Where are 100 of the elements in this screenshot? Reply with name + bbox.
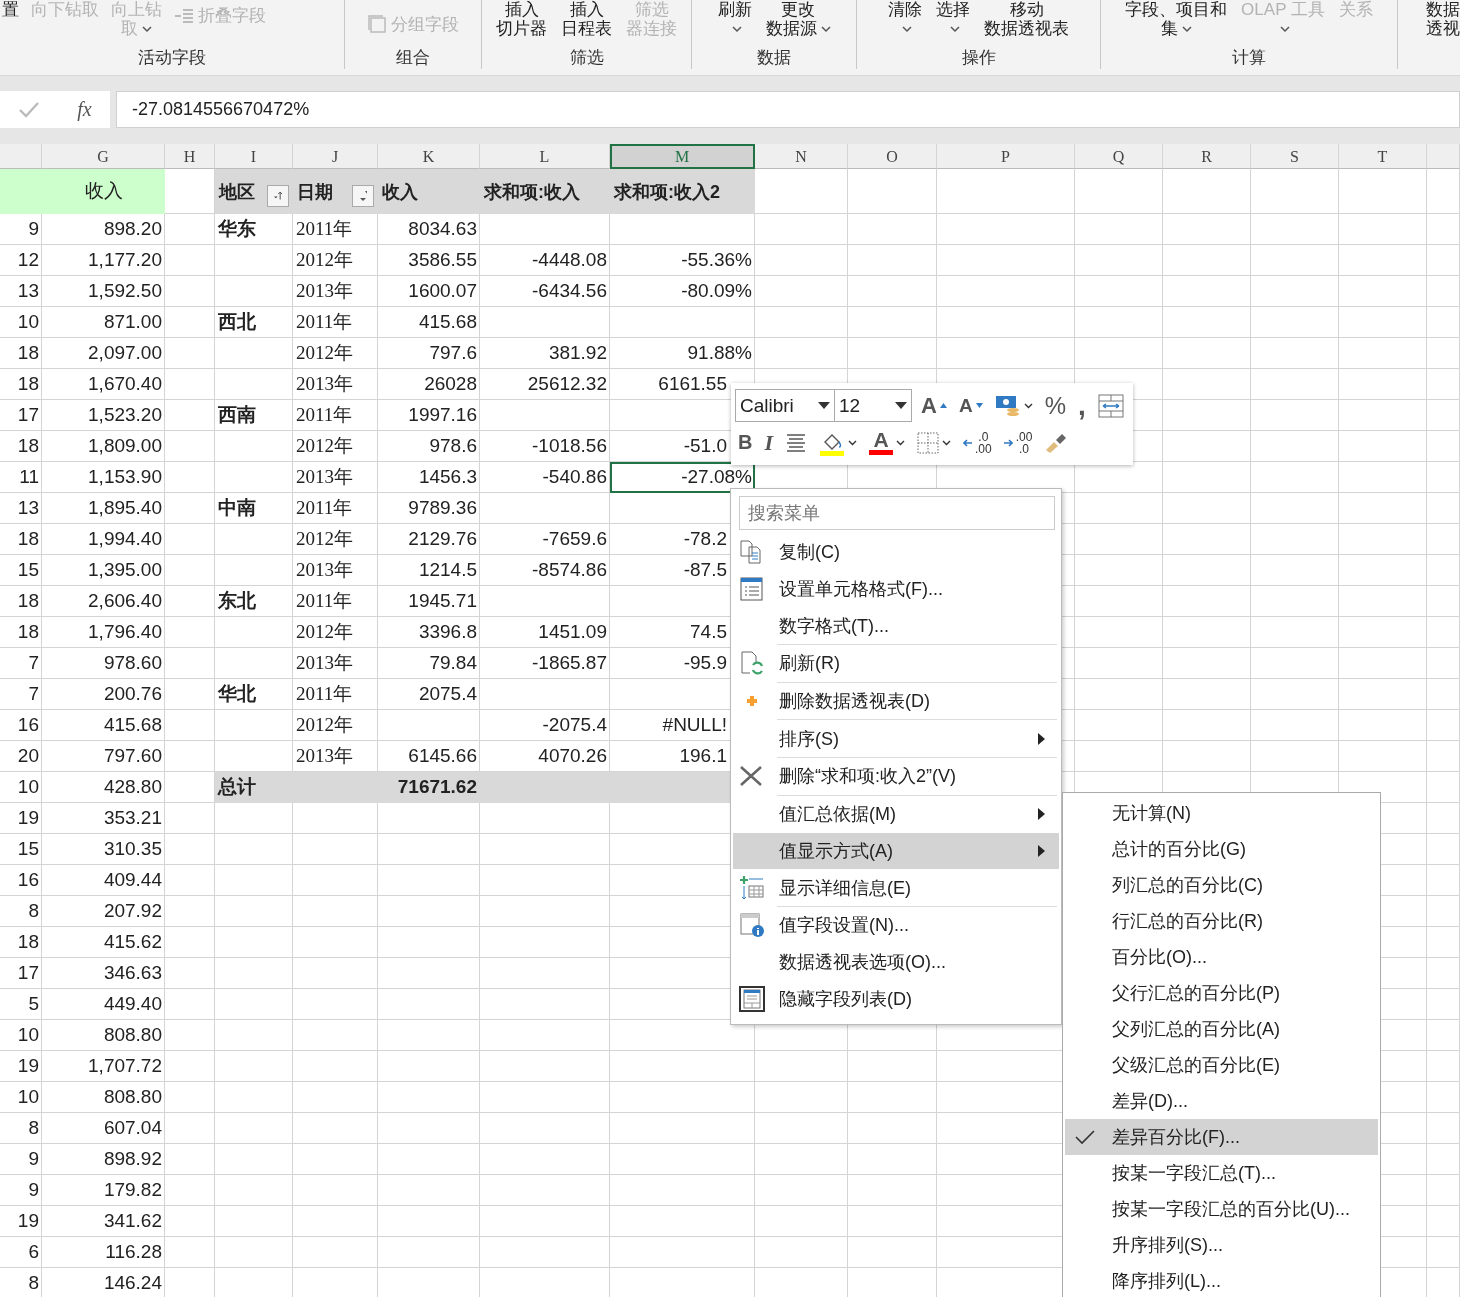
ribbon-button[interactable]: 清除 [886, 0, 924, 38]
table-cell-text: 8 [27, 1116, 40, 1140]
dropdown-arrow-icon [895, 402, 907, 409]
menu-item[interactable]: 父级汇总的百分比(E) [1065, 1047, 1378, 1083]
function-button[interactable]: fx [77, 98, 92, 121]
menu-item[interactable]: 总计的百分比(G) [1065, 831, 1378, 867]
table-cell-text: 1,796.40 [87, 620, 163, 644]
table-cell-text: 18 [16, 930, 40, 954]
menu-item[interactable]: 按某一字段汇总的百分比(U)... [1065, 1191, 1378, 1227]
ribbon-button[interactable]: 选择 [934, 0, 972, 38]
caret-icon [1023, 402, 1033, 409]
check-icon[interactable] [18, 100, 41, 119]
column-header[interactable]: N [755, 144, 848, 169]
group-label: 组合 [395, 47, 431, 69]
menu-item[interactable]: 排序(S) [733, 720, 1059, 758]
format-cells-icon [739, 576, 765, 603]
table-cell-text: 2013年 [295, 465, 354, 489]
column-header[interactable]: L [480, 144, 610, 169]
column-header[interactable]: H [165, 144, 215, 169]
menu-item[interactable]: 差异(D)... [1065, 1083, 1378, 1119]
table-cell-text: 2013年 [295, 279, 354, 303]
menu-item[interactable]: 差异百分比(F)... [1065, 1119, 1378, 1155]
table-cell-text: 18 [16, 527, 40, 551]
ribbon-button[interactable]: 字段、项目和 集 [1123, 0, 1230, 38]
column-header[interactable]: I [215, 144, 293, 169]
formula-field[interactable]: -27.0814556670472% [116, 91, 1460, 128]
column-header[interactable]: S [1251, 144, 1339, 169]
menu-item[interactable]: 删除“求和项:收入2”(V) [733, 758, 1059, 795]
table-cell-text: 9 [27, 217, 40, 241]
menu-item[interactable]: 值汇总依据(M) [733, 795, 1059, 833]
italic-button[interactable]: I [761, 426, 776, 459]
ribbon-button[interactable]: 移动 数据透视表 [982, 0, 1071, 38]
table-cell-text: 1997.16 [407, 403, 478, 427]
font-color-button[interactable]: A [866, 426, 908, 459]
menu-item[interactable]: 数据透视表选项(O)... [733, 943, 1059, 981]
menu-item[interactable]: 显示详细信息(E) [733, 869, 1059, 906]
menu-item[interactable]: 复制(C) [733, 534, 1059, 571]
ribbon-button[interactable]: 数据 透视 [1426, 0, 1460, 38]
menu-item[interactable]: 设置单元格格式(F)... [733, 570, 1059, 608]
column-header[interactable]: K [378, 144, 480, 169]
menu-item[interactable]: 行汇总的百分比(R) [1065, 903, 1378, 939]
ribbon-button[interactable]: 插入 切片器 [494, 0, 549, 38]
column-header[interactable]: Q [1075, 144, 1163, 169]
table-cell-text: 12 [16, 248, 40, 272]
menu-item[interactable]: 降序排列(L)... [1065, 1263, 1378, 1297]
menu-item[interactable]: 父行汇总的百分比(P) [1065, 975, 1378, 1011]
menu-item[interactable]: 删除数据透视表(D) [733, 682, 1059, 720]
increase-decimal-button[interactable]: .0 .00 [960, 426, 995, 459]
table-cell-text: 8 [27, 1271, 40, 1295]
ribbon-button[interactable]: 刷新 [715, 0, 754, 38]
menu-item[interactable]: 值显示方式(A) [733, 832, 1059, 870]
table-cell-text: 2013年 [295, 744, 354, 768]
menu-item[interactable]: 隐藏字段列表(D) [733, 980, 1059, 1017]
sort-button[interactable] [267, 184, 289, 207]
menu-item[interactable]: 升序排列(S)... [1065, 1227, 1378, 1263]
menu-item[interactable]: 值字段设置(N)... [733, 906, 1059, 944]
table-cell-text: 409.44 [102, 868, 163, 892]
ribbon-button[interactable]: 更改 数据源 [763, 0, 833, 38]
table-cell-text: -2075.4 [541, 713, 608, 737]
column-header[interactable]: R [1163, 144, 1251, 169]
table-cell-text: 978.6 [428, 434, 478, 458]
table-cell-text: 2011年 [295, 310, 354, 334]
table-cell-text: 341.62 [102, 1209, 163, 1233]
filter-button[interactable] [352, 184, 374, 207]
percent-button[interactable]: % [1041, 389, 1069, 422]
caret-up-icon [939, 403, 947, 408]
comma-style-button[interactable]: , [1074, 389, 1089, 422]
ribbon-button[interactable]: 插入 日程表 [559, 0, 614, 38]
menu-item[interactable]: 父列汇总的百分比(A) [1065, 1011, 1378, 1047]
column-header[interactable]: M [610, 144, 755, 169]
grow-font-button[interactable]: A [918, 389, 950, 422]
plus-icon [747, 696, 757, 707]
table-cell-text: 415.68 [102, 713, 163, 737]
menu-item[interactable]: 无计算(N) [1065, 795, 1378, 831]
column-header[interactable]: O [848, 144, 937, 169]
search-field[interactable]: 搜索菜单 [739, 496, 1055, 530]
arrow-icon [1003, 438, 1013, 447]
menu-item[interactable]: 列汇总的百分比(C) [1065, 867, 1378, 903]
column-header[interactable] [0, 144, 42, 169]
table-cell: 总计 [215, 772, 293, 803]
column-header[interactable]: J [293, 144, 378, 169]
table-cell-text: 18 [16, 341, 40, 365]
bold-button[interactable]: B [735, 426, 756, 459]
ribbon-button[interactable]: 置 [0, 0, 21, 19]
table-cell-text: 381.92 [547, 341, 608, 365]
font-size-field[interactable]: 12 [834, 389, 912, 422]
decrease-decimal-button[interactable]: .00 .0 [1000, 426, 1036, 459]
column-header[interactable]: P [937, 144, 1075, 169]
column-header[interactable] [1427, 144, 1460, 169]
arrow-icon [963, 438, 972, 447]
menu-item[interactable]: 按某一字段汇总(T)... [1065, 1155, 1378, 1191]
table-cell-text: 9 [27, 1178, 40, 1202]
menu-item[interactable]: 百分比(O)... [1065, 939, 1378, 975]
menu-item[interactable]: 数字格式(T)... [733, 607, 1059, 645]
table-cell-text: 1,895.40 [87, 496, 163, 520]
shrink-font-button[interactable]: A [955, 389, 986, 422]
menu-item[interactable]: 刷新(R) [733, 645, 1059, 682]
column-header[interactable]: T [1339, 144, 1427, 169]
font-name-field[interactable]: Calibri [735, 389, 835, 422]
column-header[interactable]: G [42, 144, 165, 169]
